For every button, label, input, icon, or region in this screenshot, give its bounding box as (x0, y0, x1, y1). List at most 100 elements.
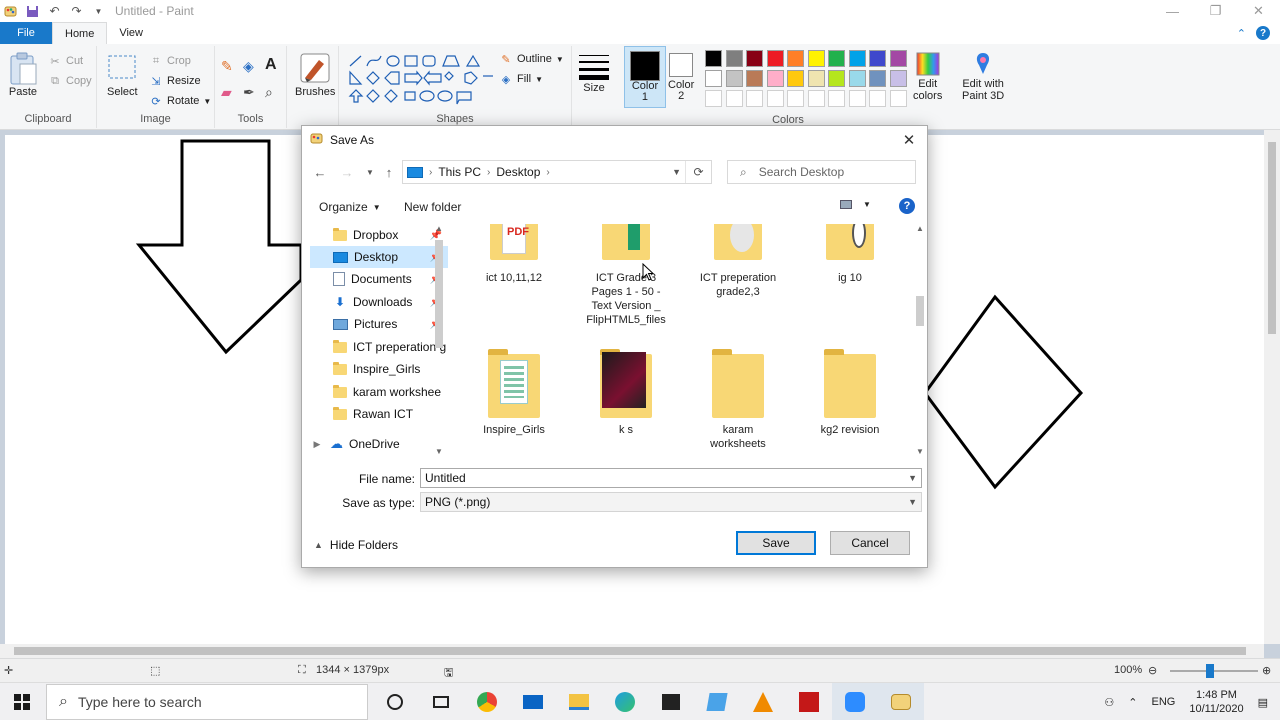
file-explorer-icon[interactable] (556, 683, 602, 720)
palette-color-swatch[interactable] (787, 50, 804, 67)
address-dropdown-icon[interactable]: ▼ (672, 167, 681, 177)
nav-item-karam-worksheets[interactable]: karam workshee (310, 381, 448, 403)
empty-custom-color-swatch[interactable] (807, 90, 825, 107)
view-options-button[interactable]: ▼ (840, 200, 871, 209)
store-icon[interactable] (648, 683, 694, 720)
file-item[interactable]: PDF ict 10,11,12 (464, 224, 564, 285)
file-item[interactable]: k s (576, 348, 676, 437)
nav-item-onedrive[interactable]: ▶ ☁ OneDrive (310, 433, 448, 455)
empty-custom-color-swatch[interactable] (848, 90, 866, 107)
nav-item-rawan-ict[interactable]: Rawan ICT (310, 403, 448, 425)
tab-view[interactable]: View (107, 22, 155, 44)
rotate-button[interactable]: ⟳ Rotate ▼ (149, 94, 211, 108)
palette-color-swatch[interactable] (746, 70, 763, 87)
palette-color-swatch[interactable] (746, 50, 763, 67)
palette-color-swatch[interactable] (828, 50, 845, 67)
input-language[interactable]: ENG (1152, 696, 1176, 708)
organize-button[interactable]: Organize ▼ (319, 200, 381, 214)
empty-custom-color-swatch[interactable] (746, 90, 763, 107)
close-icon[interactable]: ✕ (1237, 0, 1280, 22)
tab-home[interactable]: Home (52, 22, 108, 44)
breadcrumb-desktop[interactable]: Desktop (496, 165, 540, 179)
zoom-slider[interactable] (1170, 670, 1258, 672)
refresh-icon[interactable]: ⟳ (685, 161, 711, 183)
navigation-pane-scrollbar[interactable]: ▲ ▼ (432, 224, 446, 456)
notifications-icon[interactable]: ▤ (1258, 696, 1268, 709)
edit-with-paint3d-button[interactable]: Edit with Paint 3D (962, 50, 1004, 102)
canvas-vertical-scrollbar[interactable] (1264, 130, 1280, 644)
cancel-button[interactable]: Cancel (830, 531, 910, 555)
eraser-icon[interactable]: ▰ (221, 84, 232, 101)
magnifier-icon[interactable]: ⌕ (265, 84, 273, 101)
app-icon[interactable] (694, 683, 740, 720)
color2-button[interactable]: Color 2 (668, 50, 694, 102)
collapse-ribbon-icon[interactable]: ⌃ (1237, 27, 1246, 40)
mail-icon[interactable] (510, 683, 556, 720)
outline-button[interactable]: ✎ Outline ▼ (499, 52, 563, 66)
save-as-type-dropdown-icon[interactable]: ▼ (908, 497, 917, 507)
task-view-icon[interactable] (418, 683, 464, 720)
restore-icon[interactable]: ❐ (1194, 0, 1237, 22)
zoom-slider-thumb[interactable] (1206, 664, 1214, 678)
select-button[interactable]: Select (107, 52, 138, 98)
horizontal-scroll-thumb[interactable] (14, 647, 1246, 655)
help-icon[interactable]: ? (1256, 26, 1270, 40)
save-button[interactable]: Save (736, 531, 816, 555)
scroll-up-icon[interactable]: ▲ (435, 224, 443, 233)
crop-button[interactable]: ⌗ Crop (149, 54, 191, 68)
cut-button[interactable]: ✂ Cut (48, 54, 83, 68)
palette-color-swatch[interactable] (787, 70, 804, 87)
palette-color-swatch[interactable] (848, 70, 866, 87)
nav-item-desktop[interactable]: Desktop📌 (310, 246, 448, 268)
empty-custom-color-swatch[interactable] (725, 90, 743, 107)
file-item[interactable]: karam worksheets (688, 348, 788, 451)
palette-color-swatch[interactable] (869, 50, 886, 67)
palette-color-swatch[interactable] (889, 70, 907, 87)
address-bar[interactable]: › This PC › Desktop › ▼ ⟳ (402, 160, 712, 184)
nav-item-inspire-girls[interactable]: Inspire_Girls (310, 358, 448, 380)
nav-item-dropbox[interactable]: Dropbox 📌 (310, 224, 448, 246)
file-item[interactable]: ICT Grade 3 Pages 1 - 50 - Text Version … (576, 224, 676, 327)
palette-color-swatch[interactable] (766, 70, 784, 87)
customize-toolbar-icon[interactable]: ▼ (92, 5, 105, 18)
save-icon[interactable] (26, 5, 39, 18)
palette-color-swatch[interactable] (766, 50, 784, 67)
cortana-icon[interactable] (372, 683, 418, 720)
dialog-help-icon[interactable]: ? (899, 198, 915, 214)
new-folder-button[interactable]: New folder (404, 200, 461, 214)
palette-color-swatch[interactable] (725, 50, 743, 67)
palette-color-swatch[interactable] (889, 50, 907, 67)
empty-custom-color-swatch[interactable] (869, 90, 886, 107)
palette-color-swatch[interactable] (705, 70, 722, 87)
edge-icon[interactable] (602, 683, 648, 720)
palette-color-swatch[interactable] (705, 50, 722, 67)
scroll-up-icon[interactable]: ▲ (916, 224, 924, 233)
vlc-icon[interactable] (740, 683, 786, 720)
empty-custom-color-swatch[interactable] (766, 90, 784, 107)
file-item[interactable]: ig 10 (800, 224, 900, 285)
paint-taskbar-icon[interactable] (878, 683, 924, 720)
clock[interactable]: 1:48 PM 10/11/2020 (1189, 688, 1243, 716)
palette-color-swatch[interactable] (807, 50, 825, 67)
search-desktop-input[interactable]: ⌕ Search Desktop (727, 160, 916, 184)
empty-custom-color-swatch[interactable] (787, 90, 804, 107)
nav-item-pictures[interactable]: Pictures📌 (310, 313, 448, 335)
pencil-icon[interactable]: ✎ (221, 58, 233, 75)
file-list-scroll-thumb[interactable] (916, 296, 924, 326)
file-name-field[interactable]: Untitled ▼ (420, 468, 922, 488)
palette-color-swatch[interactable] (869, 70, 886, 87)
tab-file[interactable]: File (0, 22, 52, 44)
people-icon[interactable]: ⚇ (1104, 696, 1114, 709)
file-item[interactable]: Inspire_Girls (464, 348, 564, 437)
breadcrumb-this-pc[interactable]: This PC (438, 165, 481, 179)
start-button[interactable] (0, 683, 44, 720)
dialog-close-icon[interactable]: ✕ (899, 130, 919, 150)
shapes-gallery[interactable] (347, 52, 497, 106)
up-arrow-icon[interactable]: ↑ (381, 164, 397, 180)
save-as-type-select[interactable]: PNG (*.png) ▼ (420, 492, 922, 512)
canvas-horizontal-scrollbar[interactable] (0, 644, 1264, 658)
taskbar-search-box[interactable]: ⌕ Type here to search (46, 684, 368, 720)
copy-button[interactable]: ⧉ Copy (48, 74, 92, 88)
brushes-button[interactable]: Brushes (295, 52, 335, 98)
chrome-icon[interactable] (464, 683, 510, 720)
